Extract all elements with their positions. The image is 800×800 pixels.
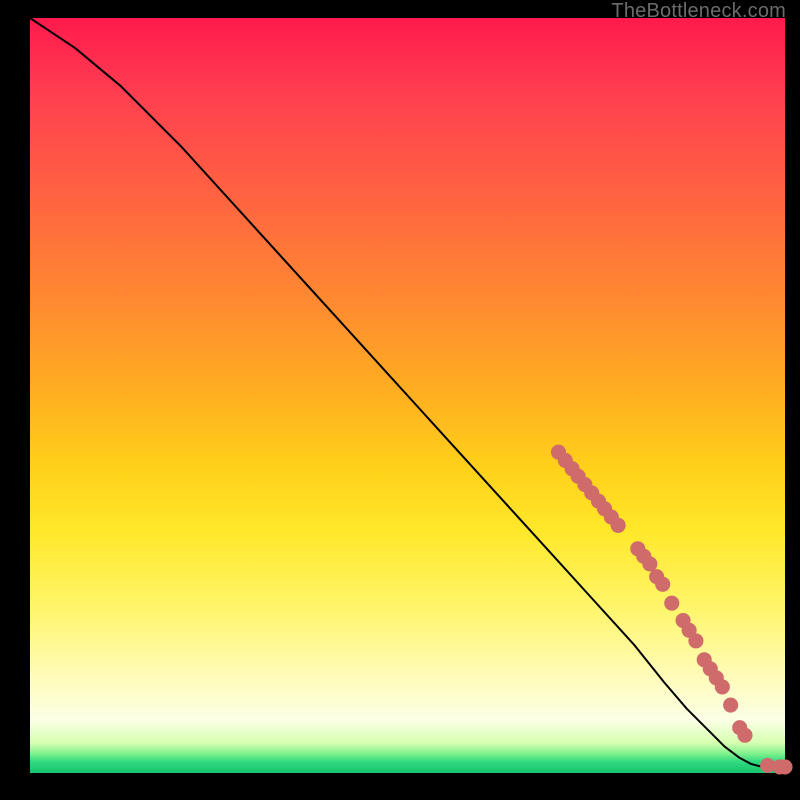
marker-dot [715,679,730,694]
marker-dot [777,759,792,774]
bottleneck-points [551,445,793,775]
marker-dot [688,633,703,648]
marker-dot [723,698,738,713]
marker-dot [655,577,670,592]
chart-svg [30,18,785,773]
bottleneck-curve [30,18,785,768]
marker-dot [642,556,657,571]
marker-dot [611,518,626,533]
watermark-text: TheBottleneck.com [611,0,786,23]
chart-frame: TheBottleneck.com [0,0,800,800]
marker-dot [664,596,679,611]
marker-dot [737,728,752,743]
